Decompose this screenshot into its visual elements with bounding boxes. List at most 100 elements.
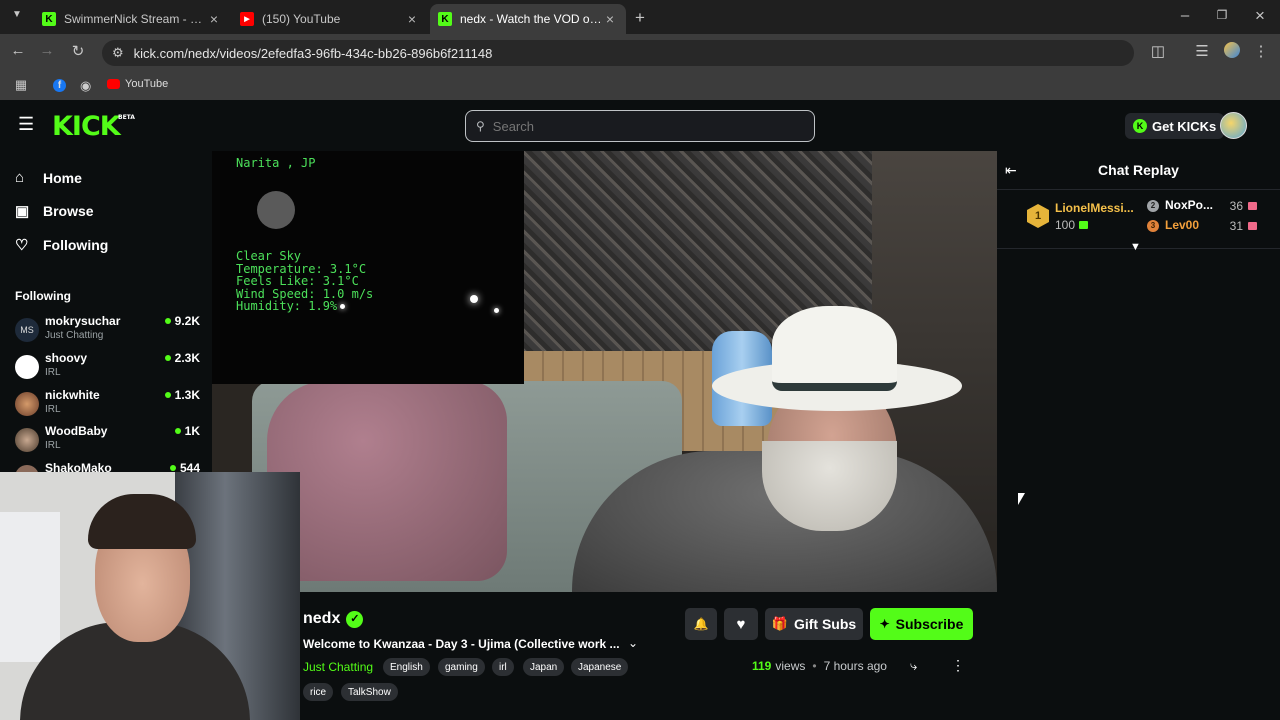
video-player[interactable]: Narita , JP Clear Sky Temperature: 3.1°C… <box>212 151 997 592</box>
user-avatar[interactable] <box>1220 112 1247 139</box>
leaderboard-item[interactable]: 2 NoxPo... 36 <box>1147 198 1257 216</box>
url-text: kick.com/nedx/videos/2efedfa3-96fb-434c-… <box>133 45 493 61</box>
rank-number: 1 <box>1034 210 1042 222</box>
more-options-icon[interactable]: ⋮ <box>951 657 965 674</box>
beta-badge: BETA <box>118 114 135 121</box>
tag-chip[interactable]: Japan <box>523 658 565 676</box>
tab-close-icon[interactable]: × <box>602 11 618 27</box>
nav-browse[interactable]: ▣ Browse <box>15 202 94 220</box>
rank-1-badge-icon: 1 <box>1027 204 1049 228</box>
category-link[interactable]: Just Chatting <box>303 660 373 674</box>
tab-close-icon[interactable]: × <box>404 11 420 27</box>
youtube-icon <box>107 79 120 89</box>
subscribe-button[interactable]: ✦ Subscribe <box>870 608 973 640</box>
minimize-icon[interactable]: – <box>1175 7 1195 24</box>
tab-close-icon[interactable]: × <box>206 11 222 27</box>
back-icon[interactable]: ← <box>8 42 28 59</box>
tab-title: nedx - Watch the VOD on Kick <box>460 12 602 26</box>
following-channel[interactable]: WoodBaby IRL 1K <box>15 424 205 460</box>
tag-chip[interactable]: English <box>383 658 430 676</box>
viewer-count: 1.3K <box>164 388 200 402</box>
following-channel[interactable]: shoovy IRL 2.3K <box>15 351 205 387</box>
site-info-icon[interactable]: ⚙ <box>112 45 124 61</box>
gift-subs-label: Gift Subs <box>793 616 857 632</box>
search-input[interactable] <box>492 118 814 134</box>
share-icon[interactable]: ⤷ <box>910 658 917 674</box>
bookmark-label: YouTube <box>125 78 169 90</box>
star <box>470 295 478 303</box>
views-label: views <box>775 659 806 673</box>
browser-tab-active[interactable]: K nedx - Watch the VOD on Kick × <box>430 4 626 34</box>
leaderboard-value: 100 <box>1055 218 1089 232</box>
media-control-icon[interactable]: ☰ <box>1192 42 1212 60</box>
restore-icon[interactable]: ❐ <box>1212 8 1232 22</box>
star <box>494 308 499 313</box>
channel-category: Just Chatting <box>45 330 104 341</box>
following-channel[interactable]: MS mokrysuchar Just Chatting 9.2K <box>15 314 205 350</box>
expand-title-chevron-down-icon[interactable]: ⌄ <box>628 636 638 650</box>
rank-number: 2 <box>1150 201 1156 210</box>
kick-coin-icon: K <box>1133 119 1147 133</box>
views-count: 119 <box>752 659 772 673</box>
get-kicks-label: Get KICKs <box>1152 118 1217 134</box>
gift-subs-button[interactable]: 🎁 Gift Subs <box>765 608 863 640</box>
viewer-count-text: 1.3K <box>174 388 200 402</box>
apps-grid-icon[interactable]: ▦ <box>11 77 31 93</box>
address-bar[interactable]: ⚙ kick.com/nedx/videos/2efedfa3-96fb-434… <box>102 40 1134 66</box>
viewer-count-text: 9.2K <box>174 314 200 328</box>
kick-favicon-icon: K <box>42 12 56 26</box>
tab-title: SwimmerNick Stream - Watch Li <box>64 12 206 26</box>
forward-icon[interactable]: → <box>37 42 57 59</box>
leaderboard-name: NoxPo... <box>1165 198 1214 212</box>
facebook-bookmark-icon[interactable]: f <box>53 79 66 92</box>
profile-icon[interactable] <box>1222 42 1242 62</box>
weather-line: Feels Like: 3.1°C <box>236 274 359 288</box>
extensions-icon[interactable]: ◫ <box>1148 42 1168 60</box>
search-bar[interactable]: ⚲ <box>465 110 815 142</box>
weather-text: Clear Sky Temperature: 3.1°C Feels Like:… <box>236 250 373 313</box>
get-kicks-button[interactable]: K Get KICKs <box>1125 113 1225 139</box>
time-ago: 7 hours ago <box>823 659 887 673</box>
nav-home[interactable]: ⌂ Home <box>15 169 82 186</box>
avatar <box>15 428 39 452</box>
leaderboard-value: 36 <box>1230 199 1257 213</box>
live-dot-icon <box>174 428 181 434</box>
tag-chip[interactable]: Japanese <box>571 658 629 676</box>
nav-following[interactable]: ♡ Following <box>15 236 108 254</box>
tab-search-icon[interactable]: ▼ <box>7 9 27 20</box>
kick-favicon-icon: K <box>438 12 452 26</box>
subscribe-label: Subscribe <box>895 616 964 632</box>
hamburger-menu-icon[interactable]: ☰ <box>18 114 34 135</box>
viewer-count: 2.3K <box>164 351 200 365</box>
channel-category: IRL <box>45 404 61 415</box>
browser-menu-icon[interactable]: ⋮ <box>1251 42 1271 60</box>
channel-name[interactable]: nedx ✓ <box>303 610 364 628</box>
youtube-bookmark[interactable]: YouTube <box>107 78 168 90</box>
kick-logo[interactable]: KICK BETA <box>52 111 135 142</box>
viewer-count: 9.2K <box>164 314 200 328</box>
tag-chip[interactable]: gaming <box>438 658 485 676</box>
expand-leaderboard-icon[interactable]: ▼ <box>1130 241 1141 253</box>
reload-icon[interactable]: ↻ <box>68 42 88 60</box>
browser-tab[interactable]: K SwimmerNick Stream - Watch Li × <box>34 4 230 34</box>
following-channel[interactable]: nickwhite IRL 1.3K <box>15 388 205 424</box>
close-window-icon[interactable]: × <box>1250 6 1270 26</box>
new-tab-icon[interactable]: + <box>630 8 650 28</box>
tag-chip[interactable]: TalkShow <box>341 683 398 701</box>
bell-icon: 🔔 <box>693 617 709 631</box>
browse-icon: ▣ <box>15 203 30 220</box>
browser-tab[interactable]: ▶ (150) YouTube × <box>232 4 428 34</box>
follow-heart-button[interactable]: ♥ <box>724 608 758 640</box>
leaderboard-item[interactable]: 1 LionelMessi... 100 <box>1027 201 1147 235</box>
tag-chip[interactable]: rice <box>303 683 334 701</box>
nav-label: Home <box>43 169 82 186</box>
viewer-count-text: 2.3K <box>174 351 200 365</box>
avatar <box>15 392 39 416</box>
leaderboard-item[interactable]: 3 Lev00 31 <box>1147 218 1257 236</box>
globe-bookmark-icon[interactable]: ◉ <box>80 78 91 94</box>
gift-icon <box>1079 221 1089 229</box>
notification-bell-button[interactable]: 🔔 <box>685 608 717 640</box>
tag-chip[interactable]: irl <box>492 658 514 676</box>
location-label: Narita , JP <box>236 156 316 170</box>
nav-label: Browse <box>43 203 94 219</box>
